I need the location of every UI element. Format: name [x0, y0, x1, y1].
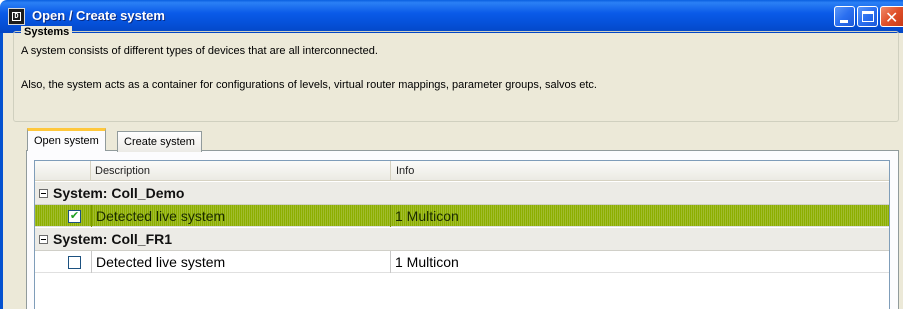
app-icon-glyph: D [12, 12, 21, 21]
systems-groupbox-legend: Systems [21, 26, 73, 38]
group-row-coll-demo[interactable]: System: Coll_Demo [35, 182, 889, 205]
collapse-icon[interactable] [39, 234, 48, 244]
group-label: System: Coll_Demo [53, 185, 185, 201]
systems-description-line-2: Also, the system acts as a container for… [21, 79, 597, 91]
systems-grid[interactable]: Description Info System: Coll_Demo ✔ Det… [34, 160, 890, 309]
tab-open-system[interactable]: Open system [27, 128, 106, 151]
column-header-description[interactable]: Description [91, 161, 391, 181]
row-description: Detected live system [91, 205, 391, 227]
systems-description-line-1: A system consists of different types of … [21, 45, 378, 57]
group-label: System: Coll_FR1 [53, 231, 173, 247]
tab-create-system[interactable]: Create system [117, 131, 202, 152]
collapse-icon[interactable] [39, 188, 48, 198]
close-icon: ✕ [885, 8, 899, 27]
row-checkbox[interactable] [68, 256, 81, 269]
table-row[interactable]: ✔ Detected live system 1 Multicon [35, 205, 889, 227]
row-info: 1 Multicon [395, 208, 459, 224]
minimize-icon [840, 20, 848, 23]
row-checkbox[interactable]: ✔ [68, 210, 81, 223]
maximize-icon [862, 11, 874, 22]
close-button[interactable]: ✕ [880, 6, 903, 27]
window-title-bar[interactable]: D Open / Create system ✕ [0, 0, 903, 33]
grid-header: Description Info [35, 161, 889, 181]
table-row[interactable]: Detected live system 1 Multicon [35, 251, 889, 273]
column-header-select[interactable] [35, 161, 91, 181]
row-info: 1 Multicon [395, 254, 459, 270]
maximize-button[interactable] [857, 6, 878, 27]
group-row-coll-fr1[interactable]: System: Coll_FR1 [35, 228, 889, 251]
row-description: Detected live system [91, 251, 391, 273]
minimize-button[interactable] [834, 6, 855, 27]
app-icon[interactable]: D [8, 8, 25, 25]
column-header-info[interactable]: Info [392, 161, 889, 181]
window-title: Open / Create system [32, 8, 165, 23]
